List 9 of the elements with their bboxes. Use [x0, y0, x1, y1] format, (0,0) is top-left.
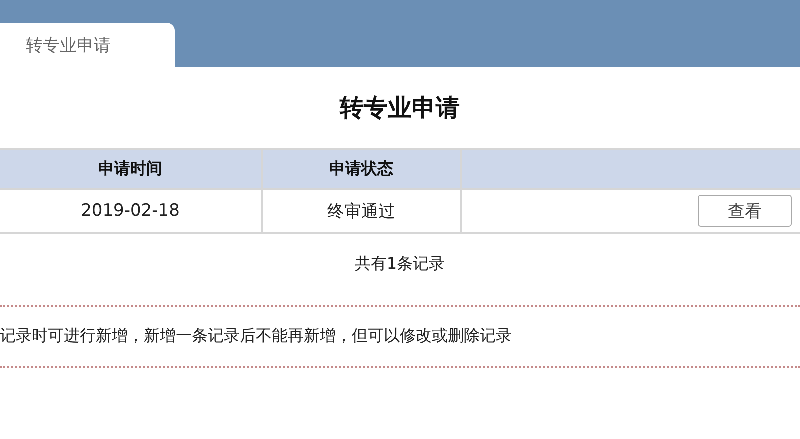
tab[interactable]: 转专业申请	[0, 23, 175, 67]
table-cell: 2019-02-18	[0, 190, 263, 232]
page-title: 转专业申请	[338, 92, 461, 124]
record-count: 共有1条记录	[354, 252, 446, 274]
column-header: 申请状态	[263, 150, 462, 190]
column-header: 申请时间	[0, 150, 263, 190]
view-button[interactable]: 查看	[698, 195, 792, 227]
table-cell: 终审通过	[263, 190, 462, 232]
note-text: 记录时可进行新增，新增一条记录后不能再新增，但可以修改或删除记录	[0, 326, 512, 347]
